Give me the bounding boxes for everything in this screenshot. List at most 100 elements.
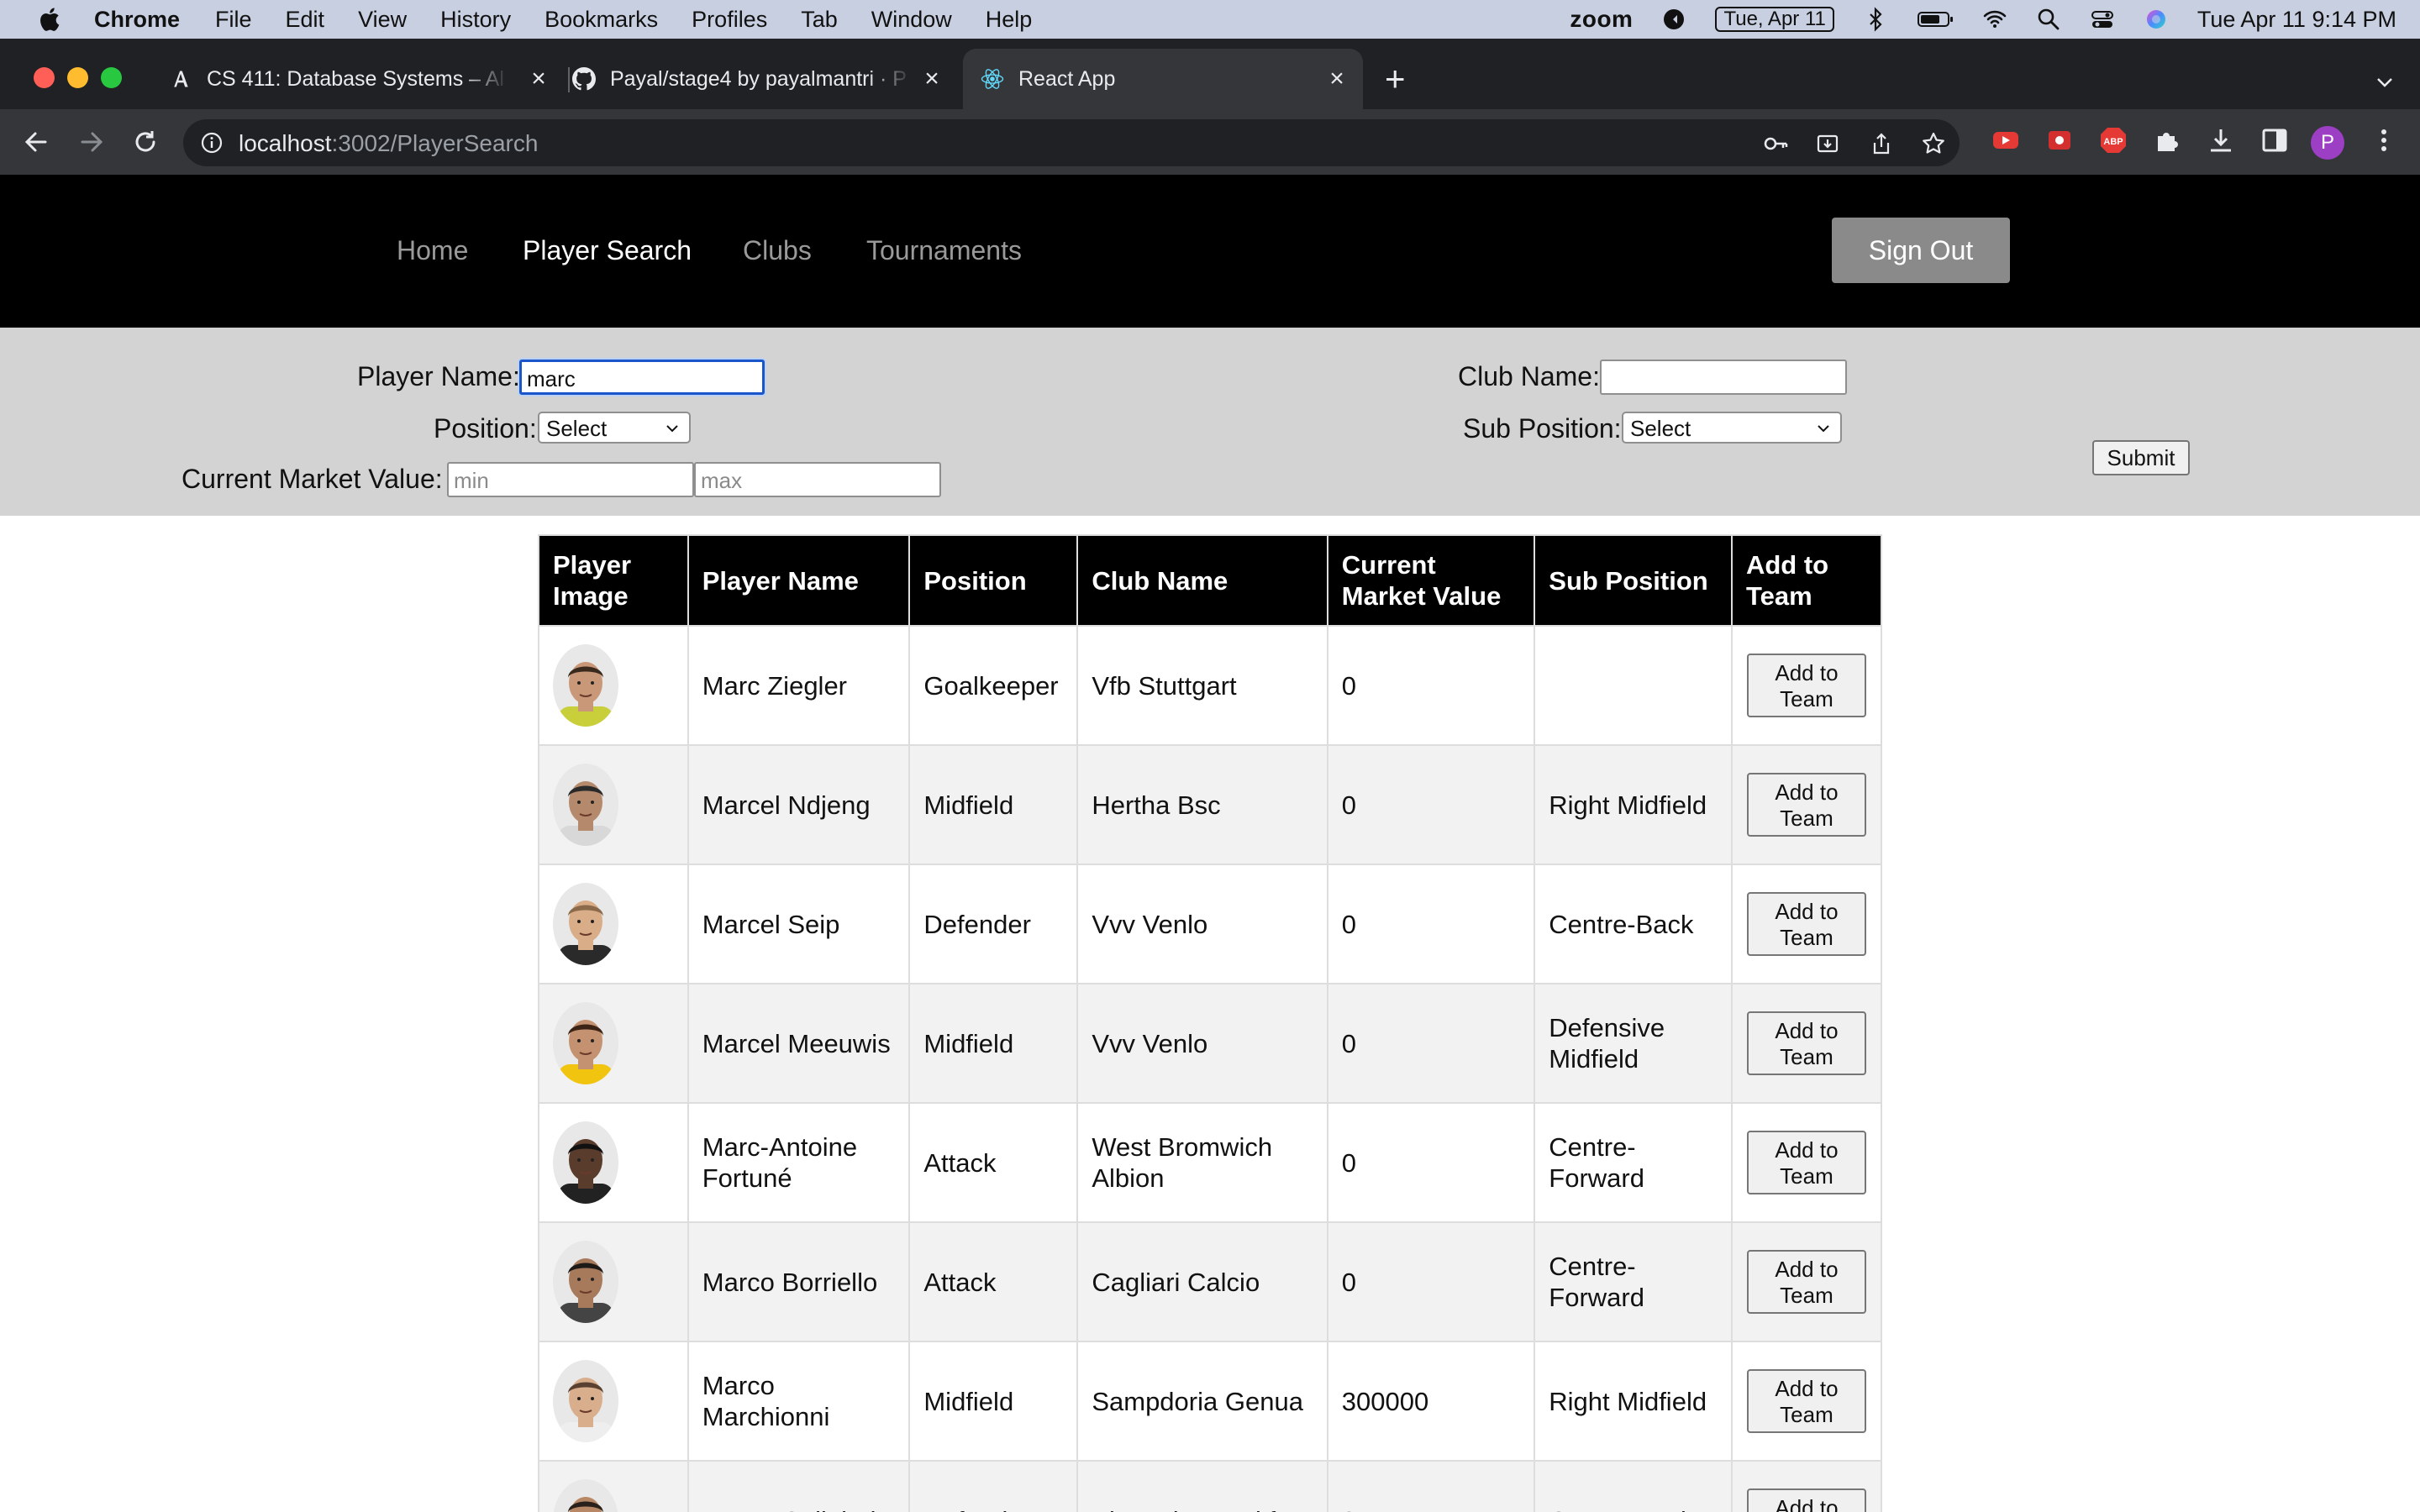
mute-icon[interactable] [1661, 7, 1686, 32]
add-to-team-button[interactable]: Add to Team [1746, 892, 1866, 956]
header-position[interactable]: Position [908, 534, 1079, 627]
player-photo [553, 883, 618, 965]
browser-tab-cs411[interactable]: CS 411: Database Systems – Al × [168, 49, 565, 109]
position-cell: Defender [908, 864, 1079, 984]
add-to-team-button[interactable]: Add to Team [1746, 773, 1866, 837]
apple-logo-icon[interactable] [32, 6, 66, 33]
extensions-puzzle-icon[interactable] [2153, 126, 2181, 155]
player-name-cell: Marcel Seip [687, 864, 911, 984]
menu-app-name[interactable]: Chrome [94, 7, 180, 33]
position-cell: Attack [908, 1102, 1079, 1223]
position-select[interactable]: Select [538, 412, 691, 444]
player-name-label: Player Name: [357, 361, 520, 391]
wifi-icon[interactable] [1982, 7, 2007, 32]
player-photo [553, 1121, 618, 1204]
bookmark-star-icon[interactable] [1921, 131, 1946, 156]
menu-edit[interactable]: Edit [286, 7, 325, 33]
new-tab-plus-icon[interactable]: + [1385, 61, 1406, 97]
sign-out-button[interactable]: Sign Out [1832, 218, 2010, 283]
profile-avatar[interactable]: P [2311, 126, 2344, 160]
side-panel-icon[interactable] [2260, 126, 2289, 155]
nav-link-tournaments[interactable]: Tournaments [866, 235, 1022, 266]
table-row: Marco Marchionni Midfield Sampdoria Genua 3… [538, 1341, 1883, 1462]
downloads-icon[interactable] [2207, 126, 2235, 155]
back-arrow-icon[interactable] [20, 126, 52, 158]
sub-position-select[interactable]: Select [1622, 412, 1842, 444]
submit-button[interactable]: Submit [2092, 440, 2190, 475]
header-sub-position[interactable]: Sub Position [1534, 534, 1733, 627]
battery-icon[interactable] [1917, 7, 1954, 32]
player-name-cell: Marco Marchionni [687, 1341, 911, 1462]
github-icon [571, 66, 597, 92]
menu-profiles[interactable]: Profiles [692, 7, 767, 33]
spotlight-search-icon[interactable] [2036, 7, 2061, 32]
add-to-team-button[interactable]: Add to Team [1746, 1131, 1866, 1194]
tab-title: React App [1018, 66, 1116, 91]
club-name-input[interactable] [1600, 360, 1847, 395]
header-add-to-team[interactable]: Add to Team [1730, 534, 1883, 627]
adblock-plus-icon[interactable]: ABP [2099, 126, 2128, 155]
player-image-cell [538, 983, 689, 1104]
player-name-cell: Marco Caligiuri [687, 1460, 911, 1512]
youtube-extension-icon[interactable] [1991, 126, 2020, 155]
browser-tab-github[interactable]: Payal/stage4 by payalmantri · P × [571, 49, 958, 109]
nav-link-clubs[interactable]: Clubs [743, 235, 812, 266]
control-center-icon[interactable] [2090, 7, 2115, 32]
position-cell: Midfield [908, 1341, 1079, 1462]
menu-view[interactable]: View [358, 7, 407, 33]
menu-file[interactable]: File [215, 7, 252, 33]
header-player-name[interactable]: Player Name [687, 534, 911, 627]
install-app-icon[interactable] [1815, 131, 1840, 156]
add-to-team-button[interactable]: Add to Team [1746, 1488, 1866, 1512]
market-value-max-input[interactable]: max [694, 462, 941, 497]
nav-link-player-search[interactable]: Player Search [523, 235, 692, 266]
window-close-button[interactable] [34, 67, 55, 88]
siri-icon[interactable] [2144, 7, 2169, 32]
add-to-team-button[interactable]: Add to Team [1746, 654, 1866, 717]
player-image-cell [538, 1341, 689, 1462]
menu-history[interactable]: History [440, 7, 511, 33]
menu-tab[interactable]: Tab [801, 7, 838, 33]
table-row: Marc Ziegler Goalkeeper Vfb Stuttgart 0 Add … [538, 625, 1883, 746]
macos-menu-bar: Chrome File Edit View History Bookmarks … [0, 0, 2420, 39]
tab-title: CS 411: Database Systems – Al [207, 66, 504, 91]
site-info-icon[interactable] [200, 131, 224, 155]
menu-help[interactable]: Help [986, 7, 1033, 33]
sub-position-cell: Centre-Back [1534, 1460, 1733, 1512]
add-to-team-button[interactable]: Add to Team [1746, 1011, 1866, 1075]
add-to-team-button[interactable]: Add to Team [1746, 1250, 1866, 1314]
browser-tab-react-app[interactable]: React App × [963, 49, 1363, 109]
menu-bookmarks[interactable]: Bookmarks [544, 7, 658, 33]
menu-window[interactable]: Window [871, 7, 952, 33]
header-market-value[interactable]: Current Market Value [1326, 534, 1536, 627]
nav-link-home[interactable]: Home [397, 235, 468, 266]
date-badge[interactable]: Tue, Apr 11 [1715, 7, 1834, 32]
tab-close-icon[interactable]: × [921, 66, 943, 92]
menubar-clock[interactable]: Tue Apr 11 9:14 PM [2197, 7, 2396, 33]
url-text[interactable]: localhost:3002/PlayerSearch [239, 130, 538, 157]
player-name-input[interactable]: marc [519, 360, 765, 395]
tab-separator [568, 67, 570, 92]
player-photo [553, 644, 618, 727]
address-bar[interactable]: localhost:3002/PlayerSearch [183, 119, 1960, 166]
share-icon[interactable] [1869, 131, 1894, 156]
bluetooth-icon[interactable] [1863, 7, 1888, 32]
market-value-min-input[interactable]: min [447, 462, 694, 497]
window-zoom-button[interactable] [101, 67, 122, 88]
tab-close-icon[interactable]: × [1326, 66, 1348, 92]
recorder-extension-icon[interactable] [2045, 126, 2074, 155]
add-to-team-button[interactable]: Add to Team [1746, 1369, 1866, 1433]
market-value-label: Current Market Value: [182, 464, 443, 494]
forward-arrow-icon[interactable] [76, 126, 108, 158]
chrome-menu-kebab-icon[interactable] [2370, 126, 2398, 155]
tab-close-icon[interactable]: × [528, 66, 550, 92]
reload-icon[interactable] [129, 126, 161, 158]
zoom-status-item[interactable]: zoom [1570, 6, 1633, 33]
position-cell: Midfield [908, 744, 1079, 865]
header-player-image[interactable]: Player Image [538, 534, 689, 627]
key-icon[interactable] [1763, 131, 1788, 156]
header-club-name[interactable]: Club Name [1076, 534, 1328, 627]
market-value-cell: 0 [1326, 1102, 1536, 1223]
window-minimize-button[interactable] [67, 67, 88, 88]
tab-search-chevron-icon[interactable] [2375, 72, 2395, 92]
